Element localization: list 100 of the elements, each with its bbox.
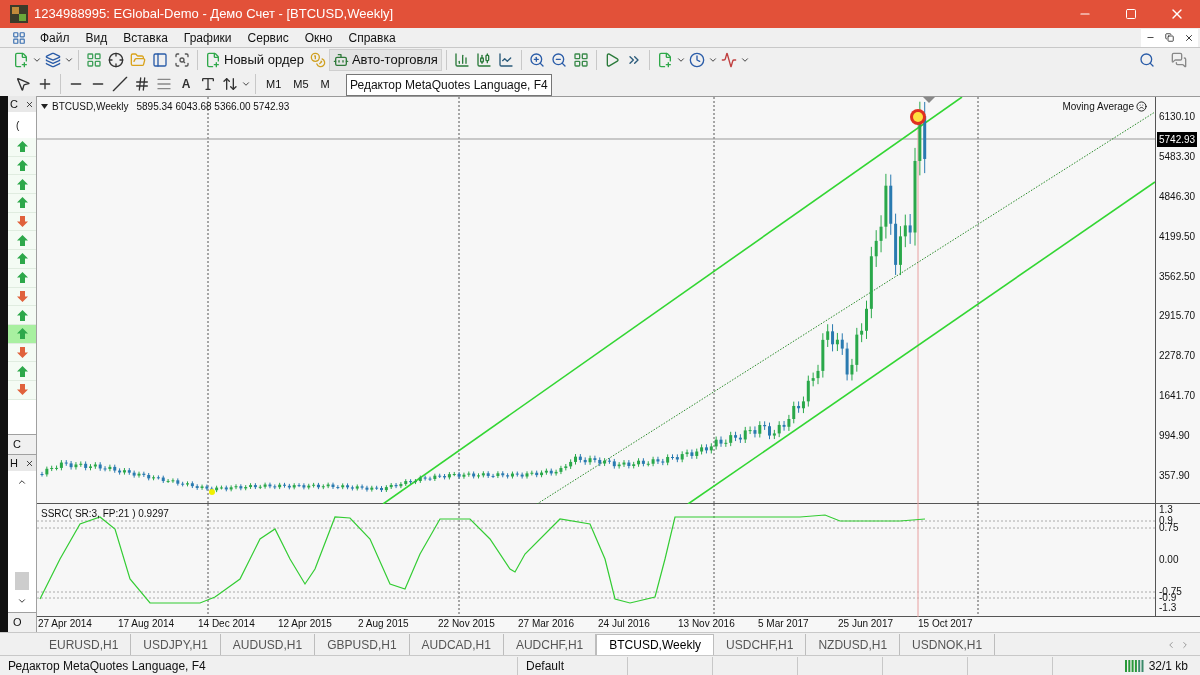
templates-icon[interactable] — [656, 52, 673, 68]
maximize-icon — [1125, 8, 1137, 20]
chart-tab[interactable]: USDNOK,H1 — [900, 634, 996, 655]
up-arrow-icon — [16, 234, 28, 246]
symbol-row[interactable] — [8, 362, 36, 381]
time-axis-label: 24 Jul 2016 — [598, 617, 651, 631]
strategy-tester-icon[interactable] — [174, 52, 190, 68]
sun-marker-icon — [910, 109, 926, 125]
menu-item[interactable]: Вид — [77, 28, 116, 47]
chart-symbol: BTCUSD,Weekly — [52, 100, 129, 114]
symbol-row[interactable] — [8, 250, 36, 269]
symbol-row[interactable] — [8, 175, 36, 195]
time-axis-label: 27 Mar 2016 — [518, 617, 576, 631]
chart-tab[interactable]: AUDUSD,H1 — [220, 634, 316, 655]
new-order-button[interactable]: Новый ордер — [202, 49, 307, 71]
scrollbar-thumb[interactable] — [15, 572, 29, 590]
down-arrow-icon — [16, 216, 28, 228]
menu-item[interactable]: Графики — [175, 28, 240, 47]
close-icon[interactable] — [25, 458, 34, 468]
indicators-icon[interactable] — [720, 52, 737, 68]
chart-tab[interactable]: USDJPY,H1 — [131, 634, 221, 655]
up-arrow-icon — [16, 141, 28, 153]
menu-item[interactable]: Вставка — [115, 28, 176, 47]
time-axis-label: 13 Nov 2016 — [678, 617, 736, 631]
robot-icon — [332, 52, 349, 68]
price-axis-label: 4846.30 — [1159, 189, 1196, 204]
new-chart-icon[interactable] — [13, 52, 29, 68]
timeframe-button[interactable]: M — [314, 73, 336, 95]
periods-icon[interactable] — [688, 52, 705, 68]
text-label-icon[interactable] — [200, 76, 216, 92]
symbol-row[interactable] — [8, 194, 36, 213]
table-cell-text: ( — [15, 119, 21, 133]
price-axis-label: 994.90 — [1159, 429, 1191, 443]
ohlc-values: 5895.34 6043.68 5366.00 5742.93 — [136, 100, 290, 114]
crosshair-icon[interactable] — [108, 52, 124, 68]
market-watch-icon[interactable] — [86, 52, 102, 68]
auto-trading-button[interactable]: Авто-торговля — [328, 49, 442, 71]
bar-chart-icon[interactable] — [453, 52, 470, 68]
up-arrow-icon — [16, 272, 28, 284]
profiles-icon[interactable] — [45, 52, 61, 68]
up-arrow-icon — [16, 309, 28, 321]
close-icon[interactable] — [25, 99, 34, 109]
oscillator-axis-label: -0.9 — [1159, 593, 1177, 603]
chart-tab[interactable]: USDCHF,H1 — [714, 634, 807, 655]
chart-tab[interactable]: GBPUSD,H1 — [315, 634, 410, 655]
oscillator-label: SSRC( SR:3, FP:21 ) 0.9297 — [41, 507, 169, 521]
dropdown-caret-icon[interactable] — [41, 104, 48, 109]
price-marker-icon — [209, 489, 215, 495]
symbol-row[interactable] — [8, 138, 36, 157]
menu-item[interactable]: Файл — [32, 28, 78, 47]
time-axis-label: 5 Mar 2017 — [758, 617, 810, 631]
timeframe-button[interactable]: M5 — [287, 73, 315, 95]
crosshair-icon[interactable] — [37, 76, 53, 92]
candlestick-icon[interactable] — [475, 52, 492, 68]
timeframe-button[interactable]: M1 — [260, 73, 288, 95]
menu-item[interactable]: Сервис — [239, 28, 297, 47]
panel-tab[interactable]: O — [8, 612, 36, 632]
tile-windows-icon[interactable] — [572, 52, 589, 68]
price-axis-label: 2915.70 — [1159, 309, 1196, 324]
down-arrow-icon — [16, 290, 28, 302]
menu-item[interactable]: Справка — [340, 28, 404, 47]
zoom-out-icon[interactable] — [550, 52, 567, 68]
close-icon — [1183, 32, 1194, 43]
time-axis-label: 27 Apr 2014 — [38, 617, 93, 631]
trend-line-icon[interactable] — [112, 76, 128, 92]
menu-item[interactable]: Окно — [296, 28, 341, 47]
panel-tab[interactable]: C — [8, 434, 36, 454]
indicator-name: Moving Average — [1062, 100, 1134, 114]
status-hint: Редактор MetaQuotes Language, F4 — [0, 656, 518, 675]
symbol-row[interactable] — [8, 231, 36, 251]
terminal-icon[interactable] — [152, 52, 168, 68]
text-tool-button[interactable]: A — [175, 73, 197, 95]
fibonacci-icon[interactable] — [156, 76, 172, 92]
up-arrow-icon — [16, 328, 28, 340]
scroll-up-icon[interactable] — [17, 477, 27, 487]
up-arrow-icon — [16, 197, 28, 209]
zoom-in-icon[interactable] — [528, 52, 545, 68]
oscillator-axis-label: -1.3 — [1159, 603, 1177, 613]
chart-tab[interactable]: BTCUSD,Weekly — [596, 634, 715, 655]
down-arrow-icon — [16, 346, 28, 358]
chart-tab[interactable]: AUDCAD,H1 — [409, 634, 504, 655]
chart-tab[interactable]: EURUSD,H1 — [37, 634, 132, 655]
up-arrow-icon — [16, 178, 28, 190]
line-chart-icon[interactable] — [497, 52, 514, 68]
chart-window-icon[interactable] — [12, 30, 26, 45]
up-arrow-icon — [16, 365, 28, 377]
price-axis-label: 2278.70 — [1159, 349, 1196, 364]
search-icon[interactable] — [1139, 52, 1155, 68]
chart-tab[interactable]: NZDUSD,H1 — [806, 634, 901, 655]
chart-end-marker-icon — [923, 97, 935, 103]
time-axis-label: 12 Apr 2015 — [278, 617, 333, 631]
symbol-row[interactable] — [8, 306, 36, 325]
time-axis-label: 2 Aug 2015 — [358, 617, 410, 631]
scroll-down-icon[interactable] — [17, 596, 27, 606]
arrows-icon[interactable] — [222, 76, 238, 92]
current-price-label: 5742.93 — [1157, 132, 1198, 147]
chat-icon[interactable] — [1171, 52, 1187, 68]
tooltip: Редактор MetaQuotes Language, F4 — [346, 74, 552, 96]
cursor-icon[interactable] — [15, 76, 31, 92]
channel-icon[interactable] — [134, 76, 150, 92]
